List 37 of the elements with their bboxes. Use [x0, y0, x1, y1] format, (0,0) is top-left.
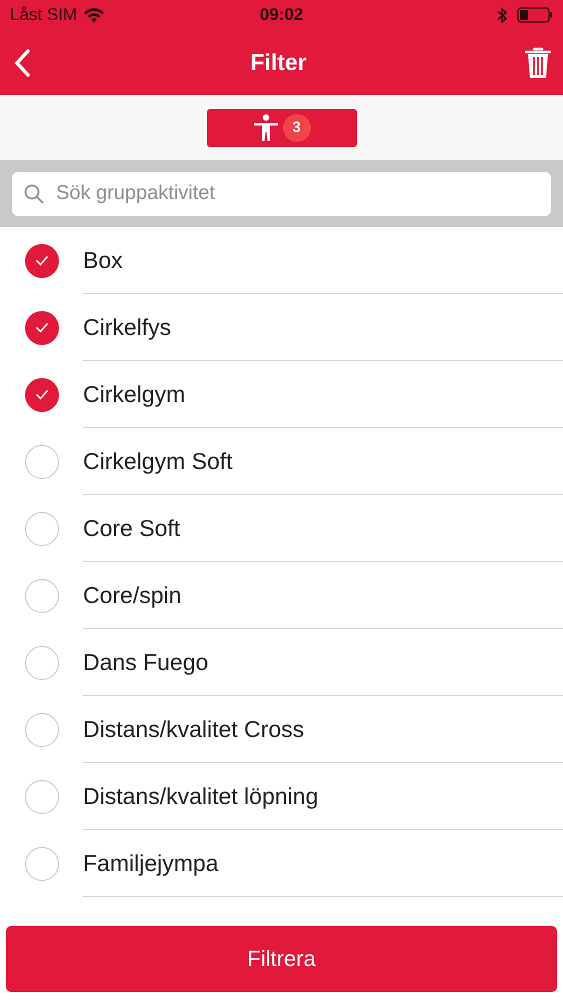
activity-label: Cirkelgym Soft — [83, 448, 233, 474]
search-icon — [24, 184, 44, 204]
page-title: Filter — [250, 49, 307, 76]
activity-label: Familjejympa — [83, 850, 218, 876]
activity-label: Core/spin — [83, 582, 182, 608]
filter-button[interactable]: Filtrera — [6, 926, 557, 992]
checkbox[interactable] — [25, 512, 59, 546]
carrier-label: Låst SIM — [10, 5, 78, 25]
activity-label: Distans/kvalitet löpning — [83, 782, 318, 810]
check-icon — [35, 255, 49, 266]
checkbox[interactable] — [25, 646, 59, 680]
search-field[interactable]: Sök gruppaktivitet — [12, 172, 551, 216]
back-button[interactable] — [12, 48, 32, 78]
activity-label: Dans Fuego — [83, 648, 208, 676]
activity-label: Cirkelfys — [83, 314, 172, 340]
wifi-icon — [83, 7, 106, 23]
person-icon — [252, 114, 278, 142]
activity-tab[interactable]: 3 — [206, 108, 356, 146]
activity-label: Core Soft — [83, 514, 180, 542]
checkbox[interactable] — [25, 444, 59, 478]
activity-label: Box — [83, 246, 123, 274]
checkbox[interactable] — [25, 712, 59, 746]
clock: 09:02 — [260, 5, 304, 25]
checkbox[interactable] — [25, 244, 59, 278]
activity-label: Cirkelgym — [83, 380, 186, 408]
bluetooth-icon — [497, 6, 508, 24]
delete-button[interactable] — [524, 46, 551, 80]
activity-label: Distans/kvalitet Cross — [83, 716, 304, 742]
checkbox[interactable] — [25, 780, 59, 814]
checkbox[interactable] — [25, 846, 59, 880]
battery-icon — [517, 7, 554, 23]
check-icon — [35, 389, 49, 400]
count-badge: 3 — [282, 114, 310, 142]
checkbox[interactable] — [25, 578, 59, 612]
check-icon — [35, 322, 49, 333]
checkbox[interactable] — [25, 378, 59, 412]
checkbox[interactable] — [25, 310, 59, 344]
